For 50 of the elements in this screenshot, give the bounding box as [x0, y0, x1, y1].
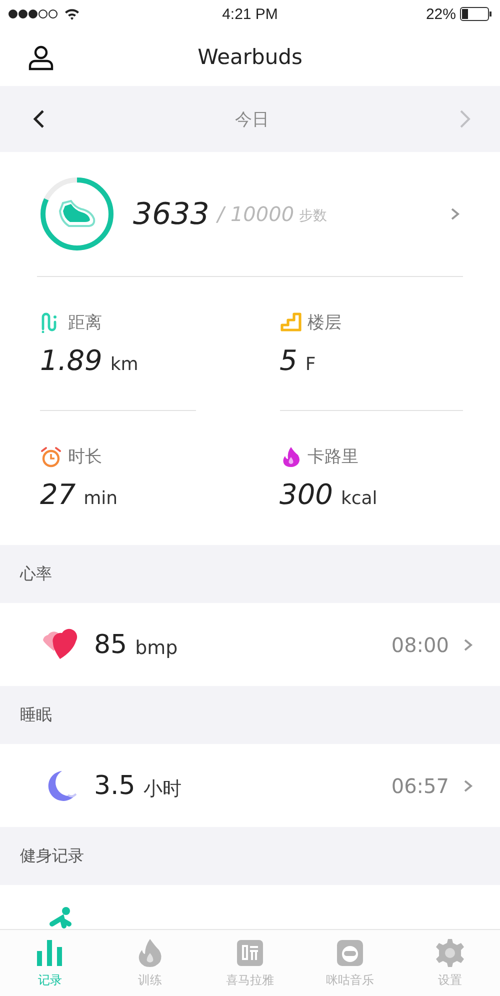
battery-icon: [460, 7, 492, 21]
stat-value: 5: [280, 344, 298, 376]
status-time: 4:21 PM: [222, 6, 278, 22]
stat-label: 距离: [68, 312, 102, 334]
stat-value: 300: [280, 478, 333, 511]
tab[interactable]: 咪咕音乐: [300, 930, 400, 996]
section-title: 心率: [20, 564, 52, 584]
section-title: 睡眠: [20, 704, 52, 726]
stat-label: 卡路里: [308, 446, 358, 468]
step-count: 3633: [133, 196, 210, 232]
record-value: 3.5: [94, 770, 136, 800]
bar-chart-icon: [35, 938, 65, 968]
record-unit: bmp: [135, 636, 178, 658]
stat-value: 27: [40, 478, 76, 511]
stat-label: 时长: [68, 446, 102, 468]
settings-icon: [435, 938, 465, 968]
section-title: 健身记录: [20, 846, 84, 866]
stat-unit: F: [305, 354, 316, 374]
wifi-icon: [64, 8, 80, 20]
chevron-right-icon[interactable]: [450, 207, 460, 221]
date-label: 今日: [235, 108, 269, 130]
alarm-clock-icon: [40, 446, 62, 468]
listen-logo-icon: [235, 938, 265, 968]
record-time: 06:57: [391, 774, 449, 798]
shoe-icon: [57, 199, 97, 229]
stat-unit: km: [110, 354, 138, 374]
tab[interactable]: 喜马拉雅: [200, 930, 300, 996]
record-time: 08:00: [391, 632, 449, 656]
chevron-right-icon: [463, 778, 473, 792]
stairs-icon: [280, 311, 302, 333]
chevron-right-icon: [463, 638, 473, 652]
stat-unit: kcal: [340, 488, 378, 509]
signal-icon: [8, 9, 58, 19]
profile-button[interactable]: [26, 43, 56, 73]
stat-value: 1.89: [40, 344, 102, 376]
battery-percent: 22%: [426, 6, 456, 22]
record-value: 85: [94, 630, 128, 660]
app-title: Wearbuds: [198, 45, 302, 69]
record-unit: 小时: [143, 776, 182, 802]
previous-day-button[interactable]: [32, 109, 46, 129]
tab[interactable]: 训练: [100, 930, 200, 996]
step-unit: 步数: [299, 207, 328, 225]
record-row[interactable]: 3.5 小时 06:57: [0, 744, 500, 827]
headphones-face-icon: [335, 938, 365, 968]
tab[interactable]: 记录: [0, 930, 100, 996]
stat-label: 楼层: [308, 312, 342, 334]
stat-unit: min: [84, 488, 118, 509]
record-row[interactable]: 85 bmp 08:00: [0, 603, 500, 686]
tab[interactable]: 设置: [400, 930, 500, 996]
step-goal: / 10000: [217, 202, 294, 226]
